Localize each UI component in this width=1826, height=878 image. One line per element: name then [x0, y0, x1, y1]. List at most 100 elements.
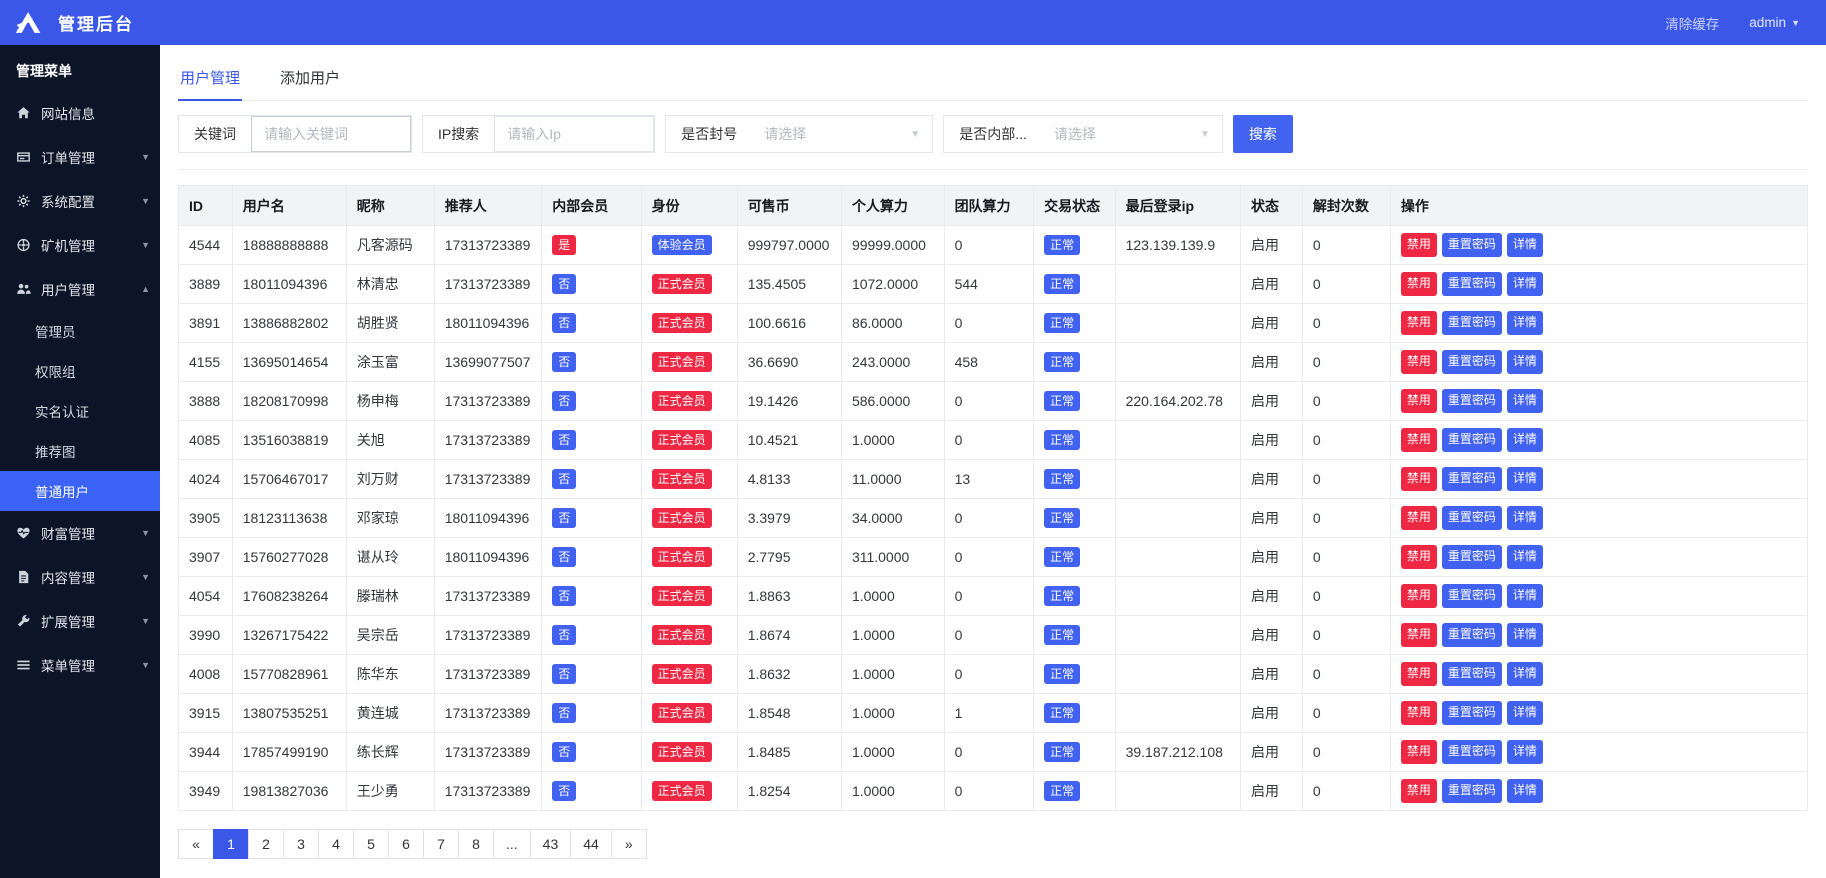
disable-button[interactable]: 禁用 — [1400, 545, 1437, 569]
reset-password-button[interactable]: 重置密码 — [1441, 779, 1502, 803]
sidebar-item-order-mgmt[interactable]: 订单管理 ▼ — [0, 135, 160, 179]
tab-user-management[interactable]: 用户管理 — [178, 58, 243, 101]
page-number-button[interactable]: 44 — [570, 829, 612, 859]
sidebar-subitem-admins[interactable]: 管理员 — [0, 311, 160, 351]
main-content: 用户管理 添加用户 关键词 IP搜索 是否封号 请选择 ▼ 是否内部... — [160, 45, 1826, 878]
sidebar-item-website-info[interactable]: 网站信息 — [0, 91, 160, 135]
disable-button[interactable]: 禁用 — [1400, 467, 1437, 491]
prev-page-button[interactable]: « — [178, 829, 214, 859]
details-button[interactable]: 详情 — [1506, 428, 1543, 452]
disable-button[interactable]: 禁用 — [1400, 779, 1437, 803]
admin-user-menu[interactable]: admin ▼ — [1749, 15, 1800, 30]
cell-status: 启用 — [1240, 576, 1303, 616]
internal-member-badge-cell: 否 — [541, 654, 642, 694]
details-button[interactable]: 详情 — [1506, 350, 1543, 374]
sidebar-item-system-config[interactable]: 系统配置 ▼ — [0, 179, 160, 223]
cell-status: 启用 — [1240, 303, 1303, 343]
trade-status-badge-cell: 正常 — [1033, 225, 1116, 265]
details-button[interactable]: 详情 — [1506, 623, 1543, 647]
sidebar-item-content-mgmt[interactable]: 内容管理 ▼ — [0, 555, 160, 599]
reset-password-button[interactable]: 重置密码 — [1441, 623, 1502, 647]
page-number-button[interactable]: 5 — [353, 829, 389, 859]
sidebar-item-user-mgmt[interactable]: 用户管理 ▲ — [0, 267, 160, 311]
reset-password-button[interactable]: 重置密码 — [1441, 350, 1502, 374]
page-number-button[interactable]: 8 — [458, 829, 494, 859]
disable-button[interactable]: 禁用 — [1400, 701, 1437, 725]
clear-cache-button[interactable]: 清除缓存 — [1665, 13, 1719, 33]
cell-personal-power: 1.0000 — [840, 693, 945, 733]
cell-status: 启用 — [1240, 537, 1303, 577]
disable-button[interactable]: 禁用 — [1400, 623, 1437, 647]
sidebar-subitem-referral-image[interactable]: 推荐图 — [0, 431, 160, 471]
details-button[interactable]: 详情 — [1506, 233, 1543, 257]
details-button[interactable]: 详情 — [1506, 389, 1543, 413]
banned-select[interactable]: 请选择 ▼ — [752, 116, 932, 152]
disable-button[interactable]: 禁用 — [1400, 428, 1437, 452]
reset-password-button[interactable]: 重置密码 — [1441, 506, 1502, 530]
reset-password-button[interactable]: 重置密码 — [1441, 272, 1502, 296]
page-number-button[interactable]: 4 — [318, 829, 354, 859]
sidebar-item-wealth-mgmt[interactable]: 财富管理 ▼ — [0, 511, 160, 555]
cell-team-power: 0 — [943, 225, 1035, 265]
page-number-button[interactable]: 1 — [213, 829, 249, 859]
search-button[interactable]: 搜索 — [1232, 115, 1293, 153]
disable-button[interactable]: 禁用 — [1400, 584, 1437, 608]
page-number-button[interactable]: 43 — [529, 829, 572, 859]
cell-team-power: 458 — [943, 342, 1035, 382]
cell-nickname: 凡客源码 — [345, 225, 435, 265]
details-button[interactable]: 详情 — [1506, 701, 1543, 725]
disable-button[interactable]: 禁用 — [1400, 233, 1437, 257]
cell-referrer: 18011094396 — [433, 498, 543, 538]
reset-password-button[interactable]: 重置密码 — [1441, 428, 1502, 452]
cell-actions: 禁用 重置密码 详情 — [1389, 420, 1809, 460]
page-number-button[interactable]: 2 — [248, 829, 284, 859]
details-button[interactable]: 详情 — [1506, 506, 1543, 530]
sidebar-item-miner-mgmt[interactable]: 矿机管理 ▼ — [0, 223, 160, 267]
details-button[interactable]: 详情 — [1506, 311, 1543, 335]
sidebar-subitem-realname-auth[interactable]: 实名认证 — [0, 391, 160, 431]
reset-password-button[interactable]: 重置密码 — [1441, 662, 1502, 686]
reset-password-button[interactable]: 重置密码 — [1441, 584, 1502, 608]
identity-badge-cell: 正式会员 — [640, 576, 738, 616]
reset-password-button[interactable]: 重置密码 — [1441, 545, 1502, 569]
reset-password-button[interactable]: 重置密码 — [1441, 389, 1502, 413]
internal-select[interactable]: 请选择 ▼ — [1042, 116, 1222, 152]
cell-sellable-coins: 135.4505 — [736, 264, 842, 304]
page-number-button[interactable]: 3 — [283, 829, 319, 859]
disable-button[interactable]: 禁用 — [1400, 389, 1437, 413]
details-button[interactable]: 详情 — [1506, 467, 1543, 491]
cell-username: 19813827036 — [231, 771, 347, 811]
page-number-button[interactable]: 7 — [423, 829, 459, 859]
internal-member-badge: 否 — [552, 547, 577, 567]
cell-sellable-coins: 4.8133 — [736, 459, 842, 499]
cell-last-login-ip — [1114, 498, 1242, 538]
reset-password-button[interactable]: 重置密码 — [1441, 467, 1502, 491]
reset-password-button[interactable]: 重置密码 — [1441, 233, 1502, 257]
details-button[interactable]: 详情 — [1506, 272, 1543, 296]
disable-button[interactable]: 禁用 — [1400, 350, 1437, 374]
disable-button[interactable]: 禁用 — [1400, 740, 1437, 764]
reset-password-button[interactable]: 重置密码 — [1441, 311, 1502, 335]
sidebar-item-menu-mgmt[interactable]: 菜单管理 ▼ — [0, 643, 160, 687]
keyword-input[interactable] — [251, 116, 411, 152]
page-number-button[interactable]: 6 — [388, 829, 424, 859]
disable-button[interactable]: 禁用 — [1400, 311, 1437, 335]
sidebar-subitem-permission-groups[interactable]: 权限组 — [0, 351, 160, 391]
reset-password-button[interactable]: 重置密码 — [1441, 740, 1502, 764]
details-button[interactable]: 详情 — [1506, 545, 1543, 569]
details-button[interactable]: 详情 — [1506, 779, 1543, 803]
disable-button[interactable]: 禁用 — [1400, 272, 1437, 296]
sidebar-subitem-normal-users[interactable]: 普通用户 — [0, 471, 160, 511]
details-button[interactable]: 详情 — [1506, 662, 1543, 686]
reset-password-button[interactable]: 重置密码 — [1441, 701, 1502, 725]
details-button[interactable]: 详情 — [1506, 740, 1543, 764]
identity-badge: 正式会员 — [651, 547, 712, 567]
ip-input[interactable] — [494, 116, 655, 152]
disable-button[interactable]: 禁用 — [1400, 506, 1437, 530]
disable-button[interactable]: 禁用 — [1400, 662, 1437, 686]
tab-add-user[interactable]: 添加用户 — [278, 58, 342, 100]
details-button[interactable]: 详情 — [1506, 584, 1543, 608]
cell-sellable-coins: 3.3979 — [736, 498, 842, 538]
sidebar-item-extension-mgmt[interactable]: 扩展管理 ▼ — [0, 599, 160, 643]
next-page-button[interactable]: » — [610, 829, 647, 859]
